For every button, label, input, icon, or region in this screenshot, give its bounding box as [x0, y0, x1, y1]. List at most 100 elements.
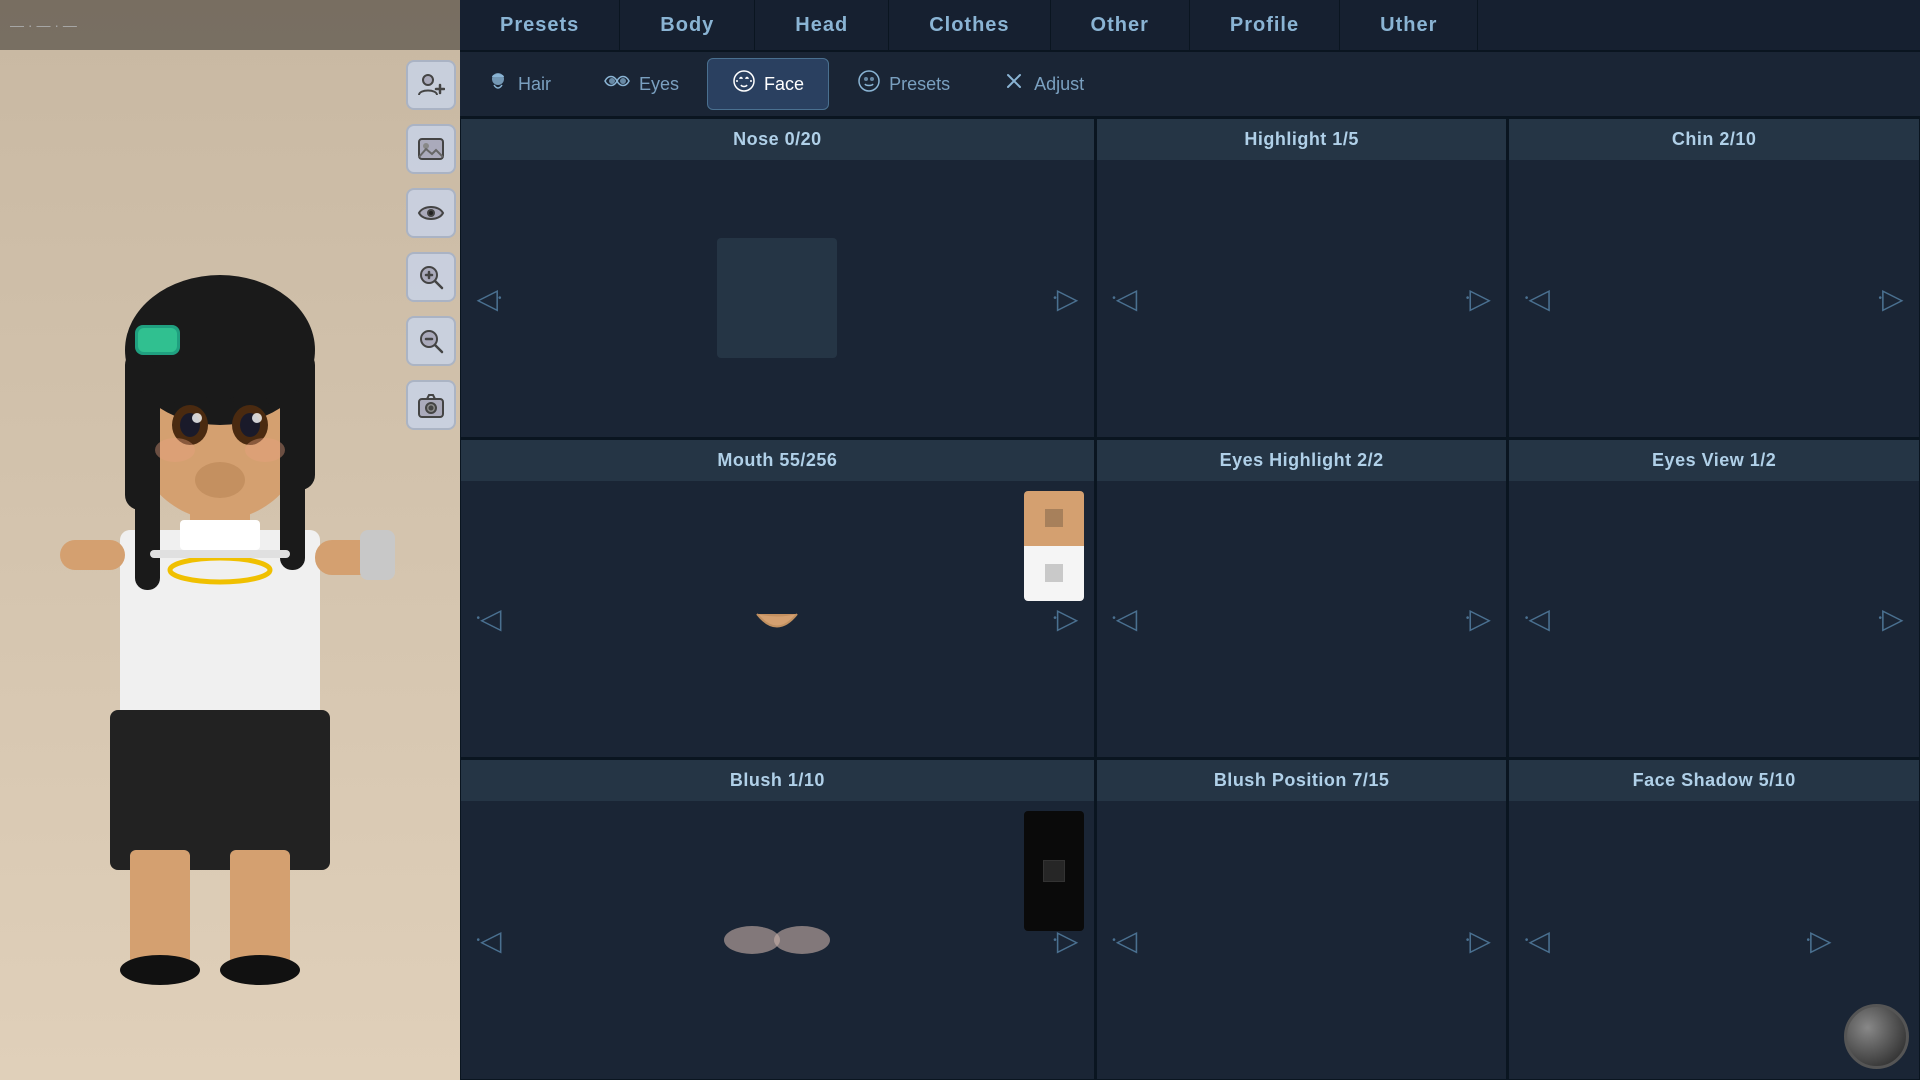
blush-color-swatch[interactable]: [1024, 811, 1084, 931]
mouth-swatch-dot: [1045, 509, 1063, 527]
tab-profile[interactable]: Profile: [1190, 0, 1340, 50]
mouth-cell: Mouth 55/256 • ◁ • ▷: [460, 439, 1095, 760]
fs-left-arrow-icon: ◁: [1528, 924, 1550, 957]
mouth-body: • ◁ • ▷: [461, 481, 1094, 758]
mouth-swatch-top: [1024, 491, 1084, 546]
chin-body: • ◁ • ▷: [1509, 160, 1919, 437]
mouth-header: Mouth 55/256: [461, 440, 1094, 481]
chin-prev-button[interactable]: • ◁: [1517, 278, 1557, 318]
blush-position-cell: Blush Position 7/15 • ◁ • ▷: [1095, 759, 1508, 1080]
mouth-next-button[interactable]: • ▷: [1046, 599, 1086, 639]
highlight-cell: Highlight 1/5 • ◁ • ▷: [1095, 118, 1508, 439]
tab-uther[interactable]: Uther: [1340, 0, 1478, 50]
top-bar-text: — · — · —: [10, 17, 77, 33]
face-shadow-next-button[interactable]: • ▷: [1799, 920, 1839, 960]
eye-button[interactable]: [406, 188, 456, 238]
blushp-right-arrow-icon: ▷: [1469, 924, 1491, 957]
zoom-out-button[interactable]: [406, 316, 456, 366]
eyes-highlight-next-button[interactable]: • ▷: [1458, 599, 1498, 639]
mouth-left-arrow-icon: ◁: [480, 602, 502, 635]
eyes-highlight-prev-button[interactable]: • ◁: [1105, 599, 1145, 639]
zoom-in-button[interactable]: [406, 252, 456, 302]
eyesv-left-arrow-icon: ◁: [1528, 602, 1550, 635]
subtab-face-label: Face: [764, 74, 804, 95]
eyes-highlight-body: • ◁ • ▷: [1097, 481, 1507, 758]
chin-left-arrow-icon: ◁: [1528, 282, 1550, 315]
face-shadow-prev-button[interactable]: • ◁: [1517, 920, 1557, 960]
blush-left-arrow-icon: ◁: [480, 924, 502, 957]
nose-prev-button[interactable]: ◁ •: [469, 278, 509, 318]
blush-cell: Blush 1/10 • ◁ • ▷: [460, 759, 1095, 1080]
face-shadow-body: • ◁ • ▷: [1509, 801, 1919, 1079]
mouth-swatch-bottom: [1024, 546, 1084, 601]
subtab-hair[interactable]: Hair: [462, 58, 575, 110]
nose-cell: Nose 0/20 ◁ • • ▷: [460, 118, 1095, 439]
face-shadow-header: Face Shadow 5/10: [1509, 760, 1919, 801]
nose-next-button[interactable]: • ▷: [1046, 278, 1086, 318]
blush-pos-next-button[interactable]: • ▷: [1458, 920, 1498, 960]
chin-header: Chin 2/10: [1509, 119, 1919, 160]
mouth-preview: [727, 569, 827, 669]
character-container: [30, 150, 410, 1000]
adjust-icon: [1002, 69, 1026, 99]
highlight-prev-button[interactable]: • ◁: [1105, 278, 1145, 318]
blush-prev-button[interactable]: • ◁: [469, 920, 509, 960]
nose-left-dot: •: [498, 293, 502, 304]
eyes-icon: [603, 72, 631, 96]
add-person-button[interactable]: [406, 60, 456, 110]
tab-body[interactable]: Body: [620, 0, 755, 50]
joystick-control[interactable]: [1844, 1004, 1909, 1069]
face-shadow-cell: Face Shadow 5/10 • ◁ • ▷: [1507, 759, 1920, 1080]
nose-right-arrow-icon: ▷: [1057, 282, 1079, 315]
tab-presets[interactable]: Presets: [460, 0, 620, 50]
subtab-face[interactable]: Face: [707, 58, 829, 110]
hair-icon: [486, 69, 510, 99]
nose-preview: [717, 238, 837, 358]
camera-button[interactable]: [406, 380, 456, 430]
blush-pos-prev-button[interactable]: • ◁: [1105, 920, 1145, 960]
eyes-view-next-button[interactable]: • ▷: [1871, 599, 1911, 639]
face-icon: [732, 69, 756, 99]
highlight-left-arrow-icon: ◁: [1116, 282, 1138, 315]
highlight-next-button[interactable]: • ▷: [1458, 278, 1498, 318]
chin-cell: Chin 2/10 • ◁ • ▷: [1507, 118, 1920, 439]
subtab-presets-label: Presets: [889, 74, 950, 95]
character-preview-panel: — · — · —: [0, 0, 460, 1080]
highlight-right-arrow-icon: ▷: [1469, 282, 1491, 315]
chin-right-arrow-icon: ▷: [1882, 282, 1904, 315]
fs-right-arrow-icon: ▷: [1810, 924, 1832, 957]
blush-position-body: • ◁ • ▷: [1097, 801, 1507, 1079]
highlight-header: Highlight 1/5: [1097, 119, 1507, 160]
eyesh-left-arrow-icon: ◁: [1116, 602, 1138, 635]
tab-other[interactable]: Other: [1051, 0, 1190, 50]
tab-bar: Presets Body Head Clothes Other Profile …: [460, 0, 1920, 52]
subtab-adjust-label: Adjust: [1034, 74, 1084, 95]
blush-next-button[interactable]: • ▷: [1046, 920, 1086, 960]
chin-next-button[interactable]: • ▷: [1871, 278, 1911, 318]
mouth-prev-button[interactable]: • ◁: [469, 599, 509, 639]
eyes-view-prev-button[interactable]: • ◁: [1517, 599, 1557, 639]
nose-body: ◁ • • ▷: [461, 160, 1094, 437]
nose-header: Nose 0/20: [461, 119, 1094, 160]
tab-head[interactable]: Head: [755, 0, 889, 50]
subtab-eyes-label: Eyes: [639, 74, 679, 95]
sidebar-buttons: [402, 0, 460, 1080]
image-button[interactable]: [406, 124, 456, 174]
subtab-hair-label: Hair: [518, 74, 551, 95]
presets-icon: [857, 69, 881, 99]
subtab-presets[interactable]: Presets: [833, 58, 974, 110]
mouth-color-swatch[interactable]: [1024, 491, 1084, 601]
mouth-swatch-dot2: [1045, 564, 1063, 582]
blush-header: Blush 1/10: [461, 760, 1094, 801]
tab-clothes[interactable]: Clothes: [889, 0, 1050, 50]
subtab-adjust[interactable]: Adjust: [978, 58, 1108, 110]
eyes-view-body: • ◁ • ▷: [1509, 481, 1919, 758]
eyes-view-header: Eyes View 1/2: [1509, 440, 1919, 481]
top-bar: — · — · —: [0, 0, 460, 50]
subtab-eyes[interactable]: Eyes: [579, 58, 703, 110]
blushp-left-arrow-icon: ◁: [1116, 924, 1138, 957]
eyesh-right-arrow-icon: ▷: [1469, 602, 1491, 635]
eyes-highlight-cell: Eyes Highlight 2/2 • ◁ • ▷: [1095, 439, 1508, 760]
blush-body: • ◁ • ▷: [461, 801, 1094, 1079]
eyesv-right-arrow-icon: ▷: [1882, 602, 1904, 635]
